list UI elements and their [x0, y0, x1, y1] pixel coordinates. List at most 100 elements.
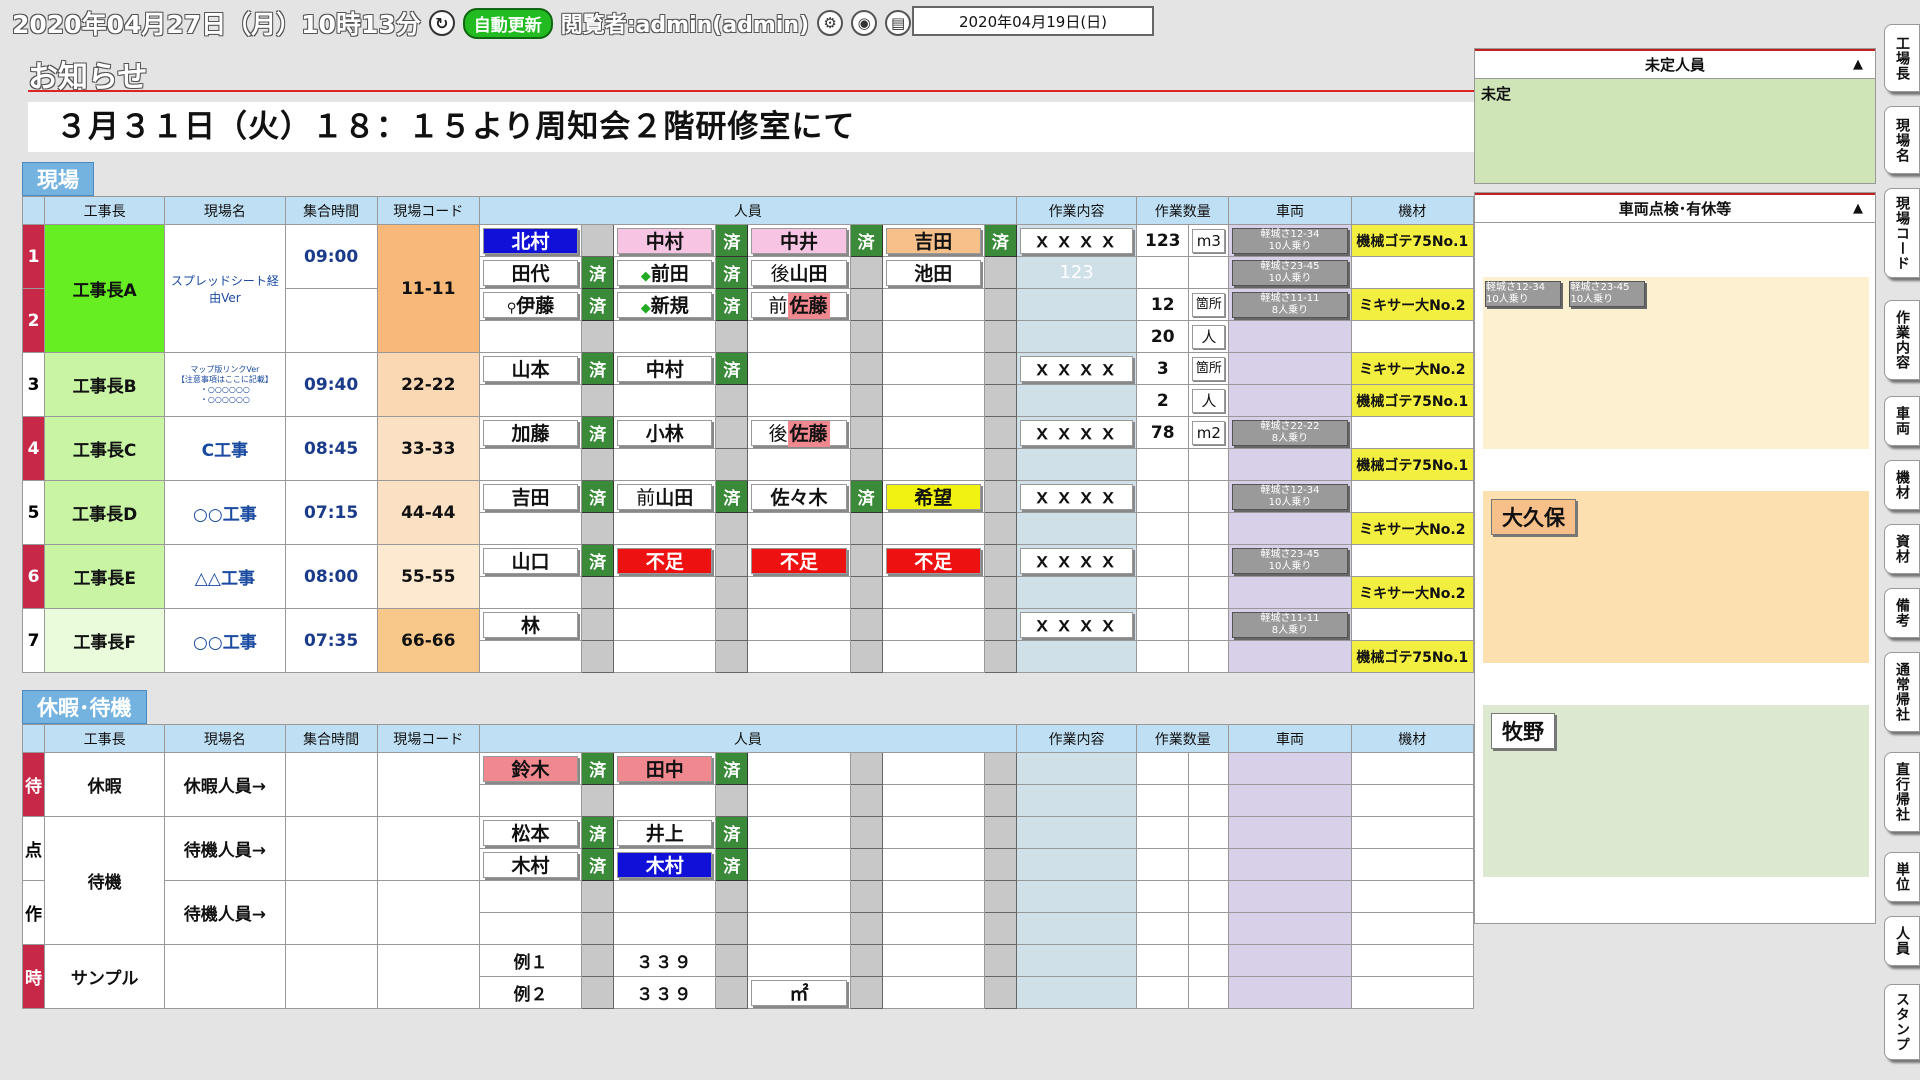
done-mark[interactable]: 済	[715, 224, 749, 257]
done-slot[interactable]	[983, 416, 1017, 449]
done-slot[interactable]	[581, 976, 615, 1009]
done-mark[interactable]: 済	[581, 416, 615, 449]
tab-vehicle[interactable]: 車両	[1884, 396, 1920, 446]
done-slot[interactable]	[581, 608, 615, 641]
done-slot[interactable]	[983, 320, 1017, 353]
equip-chip[interactable]: 機械ゴテ75No.1	[1352, 391, 1473, 411]
time-cell[interactable]: 07:35	[284, 608, 378, 673]
done-slot[interactable]	[983, 384, 1017, 417]
staff-chip[interactable]: ◆新規	[617, 291, 713, 318]
done-slot[interactable]	[715, 640, 749, 673]
staff-chip[interactable]: 鈴木	[482, 755, 579, 782]
site-name-cell[interactable]: 待機人員→	[164, 816, 286, 881]
qty-cell[interactable]: 3	[1136, 352, 1190, 385]
work-chip[interactable]: ｘｘｘｘ	[1019, 483, 1134, 510]
unit-chip[interactable]: 箇所	[1192, 356, 1226, 381]
code-cell[interactable]: 33-33	[376, 416, 480, 481]
work-chip[interactable]: ｘｘｘｘ	[1019, 547, 1134, 574]
done-mark[interactable]: 済	[715, 752, 749, 785]
done-mark[interactable]: 済	[715, 288, 749, 321]
done-slot[interactable]	[581, 320, 615, 353]
done-slot[interactable]	[849, 880, 883, 913]
done-slot[interactable]	[715, 416, 749, 449]
tab-normal-return[interactable]: 通常帰社	[1884, 652, 1920, 732]
done-slot[interactable]	[715, 512, 749, 545]
tab-stamp[interactable]: スタンプ	[1884, 984, 1920, 1060]
unit-chip[interactable]: 箇所	[1192, 292, 1226, 317]
equip-chip[interactable]: ミキサー大No.2	[1352, 295, 1473, 315]
staff-chip[interactable]: 林	[482, 611, 579, 638]
done-slot[interactable]	[983, 848, 1017, 881]
tab-boss[interactable]: 工場長	[1884, 24, 1920, 92]
done-slot[interactable]	[849, 976, 883, 1009]
done-slot[interactable]	[581, 384, 615, 417]
print-icon[interactable]: ▤	[885, 10, 912, 36]
done-slot[interactable]	[983, 256, 1017, 289]
done-slot[interactable]	[983, 816, 1017, 849]
work-chip[interactable]: ｘｘｘｘ	[1019, 611, 1134, 638]
tab-direct-return[interactable]: 直行帰社	[1884, 752, 1920, 832]
done-slot[interactable]	[849, 640, 883, 673]
done-slot[interactable]	[849, 256, 883, 289]
staff-chip[interactable]: 佐々木	[751, 483, 847, 510]
staff-chip[interactable]: ◆前田	[617, 259, 713, 286]
done-mark[interactable]: 済	[581, 848, 615, 881]
shortage-chip[interactable]: 不足	[751, 547, 847, 574]
staff-chip[interactable]: 木村	[617, 851, 713, 878]
done-slot[interactable]	[849, 576, 883, 609]
done-slot[interactable]	[715, 976, 749, 1009]
tab-remarks[interactable]: 備考	[1884, 588, 1920, 638]
site-name-cell[interactable]: 待機人員→	[164, 880, 286, 945]
equip-chip[interactable]: ミキサー大No.2	[1352, 583, 1473, 603]
refresh-icon[interactable]: ↻	[428, 10, 455, 36]
vehicle-chip[interactable]: 軽城さ23-45 10人乗り	[1569, 281, 1646, 307]
vehicle-chip[interactable]: 軽城さ23-45 10人乗り	[1232, 259, 1348, 286]
collapse-icon[interactable]: ▲	[1853, 57, 1863, 72]
staff-chip[interactable]: 中村	[617, 227, 713, 254]
vehicle-chip[interactable]: 軽城さ11-11 8人乗り	[1232, 611, 1348, 638]
done-mark[interactable]: 済	[849, 480, 883, 513]
qty-cell[interactable]: 12	[1136, 288, 1190, 321]
camera-icon[interactable]: ◉	[851, 10, 878, 36]
staff-chip[interactable]: 吉田	[885, 227, 981, 254]
done-slot[interactable]	[715, 448, 749, 481]
equip-chip[interactable]: 機械ゴテ75No.1	[1352, 455, 1473, 475]
vehicle-chip[interactable]: 軽城さ11-11 8人乗り	[1232, 291, 1348, 318]
undecided-area[interactable]: 未定	[1475, 79, 1875, 183]
staff-chip[interactable]: 吉田	[482, 483, 579, 510]
staff-chip[interactable]: 前山田	[617, 483, 713, 510]
done-mark[interactable]: 済	[581, 256, 615, 289]
done-slot[interactable]	[715, 880, 749, 913]
code-cell[interactable]: 66-66	[376, 608, 480, 673]
done-slot[interactable]	[983, 880, 1017, 913]
check-zone-2[interactable]: 大久保	[1483, 491, 1869, 663]
done-slot[interactable]	[983, 976, 1017, 1009]
done-slot[interactable]	[581, 912, 615, 945]
boss-cell[interactable]: 工事長A	[44, 224, 166, 353]
boss-cell[interactable]: 工事長C	[44, 416, 166, 481]
staff-chip[interactable]: 小林	[617, 419, 713, 446]
done-slot[interactable]	[849, 320, 883, 353]
staff-card[interactable]: 牧野	[1491, 713, 1555, 749]
work-chip[interactable]: ｘｘｘｘ	[1019, 419, 1134, 446]
done-mark[interactable]: 済	[581, 288, 615, 321]
site-name-cell[interactable]: 休暇人員→	[164, 752, 286, 817]
equip-chip[interactable]: ミキサー大No.2	[1352, 359, 1473, 379]
done-slot[interactable]	[849, 544, 883, 577]
done-slot[interactable]	[581, 880, 615, 913]
done-slot[interactable]	[983, 608, 1017, 641]
done-slot[interactable]	[715, 608, 749, 641]
code-cell[interactable]: 11-11	[376, 224, 480, 353]
done-slot[interactable]	[983, 288, 1017, 321]
site-name-cell[interactable]: スプレッドシート経由Ver	[164, 224, 286, 353]
staff-chip[interactable]: 北村	[482, 227, 579, 254]
tab-material[interactable]: 資材	[1884, 524, 1920, 574]
work-cell[interactable]: 123	[1015, 256, 1138, 289]
done-slot[interactable]	[849, 784, 883, 817]
time-cell[interactable]: 08:00	[284, 544, 378, 609]
done-slot[interactable]	[715, 912, 749, 945]
staff-card[interactable]: 大久保	[1491, 499, 1576, 535]
time-cell[interactable]: 09:40	[284, 352, 378, 417]
done-slot[interactable]	[849, 848, 883, 881]
boss-cell[interactable]: 工事長B	[44, 352, 166, 417]
